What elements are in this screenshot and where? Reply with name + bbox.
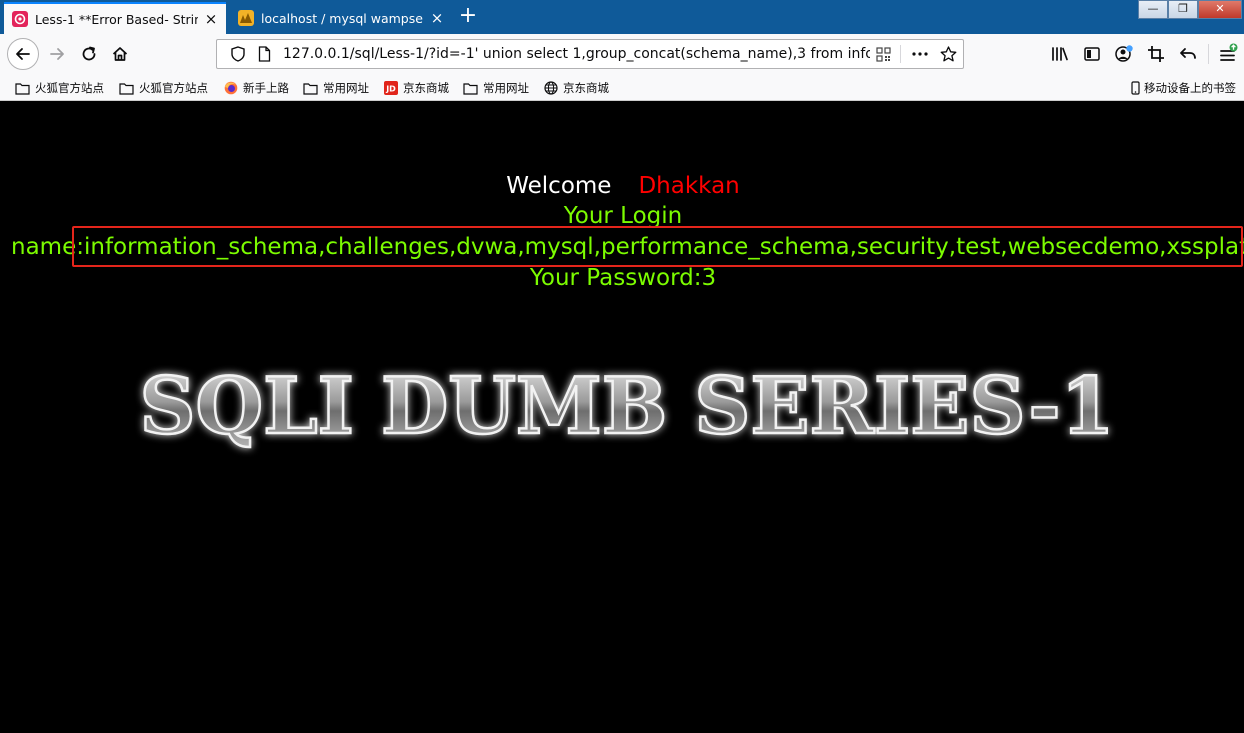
forward-button[interactable] <box>41 38 73 70</box>
page-content: Welcome Dhakkan Your Login name:informati… <box>2 102 1244 733</box>
close-window-button[interactable]: ✕ <box>1198 0 1242 19</box>
page-info-icon[interactable] <box>251 41 277 67</box>
toolbar-divider <box>1208 44 1209 64</box>
jd-icon: JD <box>383 81 398 95</box>
home-icon <box>112 47 128 61</box>
home-button[interactable] <box>104 38 136 70</box>
welcome-text: Welcome <box>506 173 612 199</box>
welcome-line: Welcome Dhakkan <box>2 173 1244 199</box>
globe-icon <box>543 81 558 95</box>
qr-code-icon[interactable] <box>870 41 896 67</box>
back-button[interactable] <box>7 38 39 70</box>
tab-close-icon[interactable]: × <box>430 10 444 26</box>
tab-title: localhost / mysql wampserver <box>261 10 424 26</box>
mobile-bookmarks[interactable]: 移动设备上的书签 <box>1131 79 1236 97</box>
library-button[interactable] <box>1044 38 1076 70</box>
folder-icon <box>463 81 478 95</box>
screenshot-button[interactable] <box>1140 38 1172 70</box>
minimize-button[interactable]: — <box>1138 0 1168 19</box>
maximize-button[interactable]: ❐ <box>1168 0 1198 19</box>
firefox-icon <box>223 81 238 95</box>
tab-close-icon[interactable]: × <box>204 11 218 27</box>
bookmark-label: 常用网址 <box>483 81 529 95</box>
tab-less-1[interactable]: Less-1 **Error Based- String × <box>4 2 226 34</box>
menu-button[interactable] <box>1212 38 1244 70</box>
bookmark-star-icon[interactable] <box>935 41 961 67</box>
tab-bar: Less-1 **Error Based- String × localhost… <box>0 0 1244 34</box>
password-output: Your Password:3 <box>529 265 717 291</box>
bookmark-item[interactable]: 常用网址 <box>463 79 529 97</box>
undo-arrow-icon <box>1180 48 1196 59</box>
account-icon <box>1115 45 1133 62</box>
bookmark-item[interactable]: 京东商城 <box>543 79 609 97</box>
folder-icon <box>15 81 30 95</box>
sqli-dumb-series-banner: SQLI DUMB SERIES-1 <box>138 360 1116 454</box>
svg-text:JD: JD <box>385 85 396 94</box>
window-controls: — ❐ ✕ <box>1138 0 1242 20</box>
sidebar-icon <box>1084 47 1100 61</box>
new-tab-button[interactable]: + <box>455 5 481 29</box>
navigation-toolbar: 127.0.0.1/sql/Less-1/?id=-1' union selec… <box>0 34 1244 74</box>
bookmarks-toolbar: 火狐官方站点 火狐官方站点 新手上路 常用网址 JD 京东商城 常用网址 京东商… <box>0 74 1244 101</box>
sidebar-button[interactable] <box>1076 38 1108 70</box>
bookmark-item[interactable]: 新手上路 <box>223 79 289 97</box>
url-text[interactable]: 127.0.0.1/sql/Less-1/?id=-1' union selec… <box>283 46 870 62</box>
shield-icon[interactable] <box>225 41 251 67</box>
crop-icon <box>1148 46 1164 62</box>
bookmark-item[interactable]: JD 京东商城 <box>383 79 449 97</box>
forward-arrow-icon <box>50 48 64 60</box>
account-button[interactable] <box>1108 38 1140 70</box>
bookmark-item[interactable]: 火狐官方站点 <box>119 79 208 97</box>
mobile-bookmarks-label: 移动设备上的书签 <box>1144 81 1236 95</box>
undo-button[interactable] <box>1172 38 1204 70</box>
page-actions-icon[interactable] <box>905 41 935 67</box>
tab-phpmyadmin[interactable]: localhost / mysql wampserver × <box>230 2 452 34</box>
highlight-annotation-box <box>72 226 1243 267</box>
folder-icon <box>119 81 134 95</box>
browser-window: Less-1 **Error Based- String × localhost… <box>0 0 1244 733</box>
bookmark-label: 京东商城 <box>403 81 449 95</box>
folder-icon <box>303 81 318 95</box>
bookmark-label: 京东商城 <box>563 81 609 95</box>
mobile-device-icon <box>1131 81 1141 95</box>
welcome-name: Dhakkan <box>638 173 740 199</box>
banner-text: SQLI DUMB SERIES-1 <box>140 361 1115 452</box>
reload-button[interactable] <box>73 38 105 70</box>
back-arrow-icon <box>16 48 30 60</box>
hamburger-menu-icon <box>1220 43 1238 61</box>
bookmark-label: 火狐官方站点 <box>35 81 104 95</box>
reload-icon <box>82 46 96 61</box>
tab-title: Less-1 **Error Based- String <box>35 11 198 27</box>
bookmark-item[interactable]: 火狐官方站点 <box>15 79 104 97</box>
library-icon <box>1052 47 1068 61</box>
bookmark-item[interactable]: 常用网址 <box>303 79 369 97</box>
bookmark-label: 常用网址 <box>323 81 369 95</box>
url-divider <box>900 45 901 63</box>
address-bar[interactable]: 127.0.0.1/sql/Less-1/?id=-1' union selec… <box>216 39 964 69</box>
sqli-favicon-icon <box>12 11 28 27</box>
bookmark-label: 新手上路 <box>243 81 289 95</box>
phpmyadmin-favicon-icon <box>238 10 254 26</box>
bookmark-label: 火狐官方站点 <box>139 81 208 95</box>
